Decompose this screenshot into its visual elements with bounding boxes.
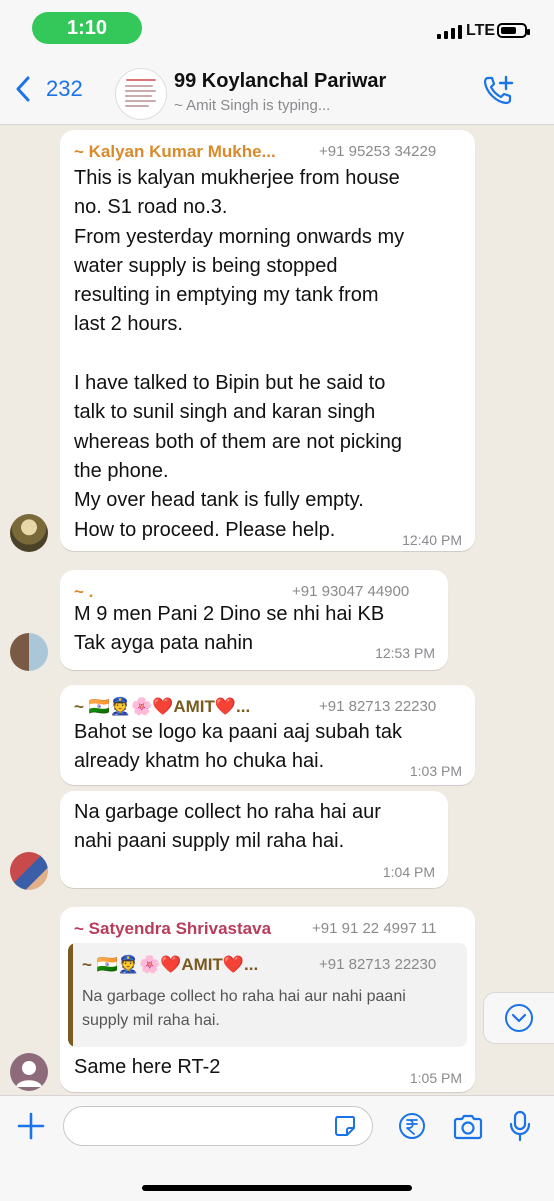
quoted-sender: ~ 🇮🇳👮🌸❤️AMIT❤️... xyxy=(82,955,259,974)
message-time: 1:04 PM xyxy=(382,864,435,880)
attach-button[interactable] xyxy=(17,1112,45,1145)
unread-count: 232 xyxy=(46,76,83,101)
sender-phone[interactable]: +91 82713 22230 xyxy=(319,698,436,715)
add-call-button[interactable] xyxy=(482,74,516,113)
voice-message-button[interactable] xyxy=(509,1110,531,1147)
message-bubble[interactable]: ~ . +91 93047 44900 M 9 men Pani 2 Dino … xyxy=(60,570,448,670)
scroll-to-bottom-button[interactable] xyxy=(483,992,554,1044)
plus-icon xyxy=(17,1112,45,1140)
sticker-icon xyxy=(335,1116,355,1136)
sender-phone[interactable]: +91 95253 34229 xyxy=(319,143,436,160)
sender-avatar[interactable] xyxy=(10,514,48,552)
back-button[interactable]: 232 xyxy=(16,76,83,102)
message-time: 1:03 PM xyxy=(409,763,462,779)
quoted-phone: +91 82713 22230 xyxy=(319,956,437,973)
message-time: 1:05 PM xyxy=(409,1070,462,1086)
chat-title[interactable]: 99 Koylanchal Pariwar xyxy=(174,70,386,93)
composer-bar xyxy=(0,1095,554,1201)
sender-avatar[interactable] xyxy=(10,852,48,890)
message-text: This is kalyan mukherjee from house no. … xyxy=(74,167,405,541)
message-text: Same here RT-2 xyxy=(74,1056,221,1078)
sender-phone[interactable]: +91 93047 44900 xyxy=(292,583,409,600)
message-list[interactable]: ~ Kalyan Kumar Mukhe... +91 95253 34229 … xyxy=(0,125,554,1095)
default-avatar-icon xyxy=(16,1061,42,1087)
chat-header: 232 99 Koylanchal Pariwar ~ Amit Singh i… xyxy=(0,56,554,125)
sticker-button[interactable] xyxy=(333,1114,357,1143)
home-indicator xyxy=(142,1185,412,1191)
quoted-message[interactable]: ~ 🇮🇳👮🌸❤️AMIT❤️... +91 82713 22230 Na gar… xyxy=(68,943,467,1047)
message-text: Bahot se logo ka paani aaj subah tak alr… xyxy=(74,721,403,773)
rupee-icon xyxy=(399,1113,425,1139)
message-bubble[interactable]: Na garbage collect ho raha hai aur nahi … xyxy=(60,791,448,888)
message-time: 12:53 PM xyxy=(375,645,435,661)
message-sender[interactable]: ~ Kalyan Kumar Mukhe... xyxy=(74,142,276,162)
battery-icon xyxy=(497,23,530,38)
network-label: LTE xyxy=(466,22,496,39)
message-sender[interactable]: ~ Satyendra Shrivastava xyxy=(74,919,271,939)
status-bar: 1:10 LTE xyxy=(0,0,554,56)
message-sender[interactable]: ~ . xyxy=(74,582,93,602)
signal-icon xyxy=(437,25,462,39)
scroll-down-icon xyxy=(505,1004,533,1032)
message-time: 12:40 PM xyxy=(402,532,462,548)
sender-avatar[interactable] xyxy=(10,633,48,671)
message-input[interactable] xyxy=(63,1106,373,1146)
microphone-icon xyxy=(509,1110,531,1142)
message-sender[interactable]: ~ 🇮🇳👮🌸❤️AMIT❤️... xyxy=(74,697,250,717)
status-time[interactable]: 1:10 xyxy=(32,12,142,44)
message-bubble[interactable]: ~ 🇮🇳👮🌸❤️AMIT❤️... +91 82713 22230 Bahot … xyxy=(60,685,475,785)
group-avatar[interactable] xyxy=(115,68,167,120)
back-chevron-icon xyxy=(16,76,30,102)
add-call-icon xyxy=(483,75,514,105)
camera-button[interactable] xyxy=(452,1113,484,1146)
typing-status: ~ Amit Singh is typing... xyxy=(174,97,331,114)
message-text: M 9 men Pani 2 Dino se nhi hai KB Tak ay… xyxy=(74,603,385,655)
quote-accent-bar xyxy=(68,943,73,1047)
message-bubble[interactable]: ~ Kalyan Kumar Mukhe... +91 95253 34229 … xyxy=(60,130,475,551)
camera-icon xyxy=(453,1114,483,1140)
sender-phone[interactable]: +91 91 22 4997 11 xyxy=(312,920,436,937)
quoted-text: Na garbage collect ho raha hai aur nahi … xyxy=(82,988,406,1029)
sender-avatar[interactable] xyxy=(10,1053,48,1091)
payment-button[interactable] xyxy=(398,1112,426,1145)
message-bubble[interactable]: ~ Satyendra Shrivastava +91 91 22 4997 1… xyxy=(60,907,475,1092)
message-text: Na garbage collect ho raha hai aur nahi … xyxy=(74,801,381,853)
